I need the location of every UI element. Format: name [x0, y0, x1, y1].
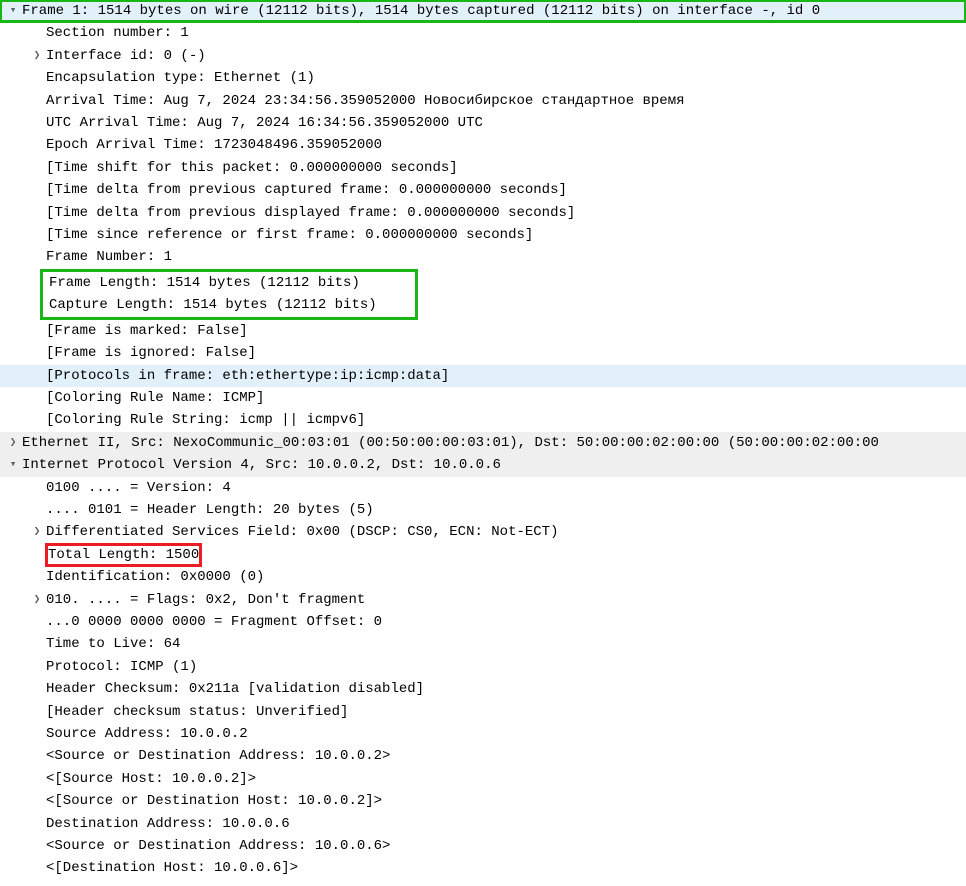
field-arrival-time: Arrival Time: Aug 7, 2024 23:34:56.35905… [46, 93, 685, 109]
tree-item[interactable]: Time to Live: 64 [0, 633, 966, 655]
ethernet-summary: Ethernet II, Src: NexoCommunic_00:03:01 … [22, 435, 879, 451]
field-utc-arrival-time: UTC Arrival Time: Aug 7, 2024 16:34:56.3… [46, 115, 483, 131]
field-frame-length: Frame Length: 1514 bytes (12112 bits) [49, 275, 360, 291]
tree-item[interactable]: .... 0101 = Header Length: 20 bytes (5) [0, 499, 966, 521]
chevron-down-icon[interactable]: ▾ [6, 2, 20, 20]
field-frame-number: Frame Number: 1 [46, 249, 172, 265]
tree-scroll[interactable]: ▾ Frame 1: 1514 bytes on wire (12112 bit… [0, 0, 966, 886]
field-time-shift: [Time shift for this packet: 0.000000000… [46, 160, 458, 176]
field-ip-src-or-dst-addr: <Source or Destination Address: 10.0.0.2… [46, 748, 390, 764]
chevron-right-icon[interactable]: ❯ [6, 434, 20, 452]
tree-item[interactable]: 0100 .... = Version: 4 [0, 477, 966, 499]
field-ip-dst-addr: Destination Address: 10.0.0.6 [46, 816, 290, 832]
tree-item[interactable]: Capture Length: 1514 bytes (12112 bits) [49, 294, 415, 316]
highlight-box-total-length: Total Length: 1500 [46, 544, 201, 566]
tree-item[interactable]: Encapsulation type: Ethernet (1) [0, 67, 966, 89]
tree-item[interactable]: ...0 0000 0000 0000 = Fragment Offset: 0 [0, 611, 966, 633]
tree-item[interactable]: Source Address: 10.0.0.2 [0, 723, 966, 745]
tree-item-ethernet[interactable]: ❯ Ethernet II, Src: NexoCommunic_00:03:0… [0, 432, 966, 454]
tree-item-flags[interactable]: ❯ 010. .... = Flags: 0x2, Don't fragment [0, 589, 966, 611]
field-ip-checksum-status: [Header checksum status: Unverified] [46, 704, 348, 720]
tree-item-selected[interactable]: [Protocols in frame: eth:ethertype:ip:ic… [0, 365, 966, 387]
field-ip-checksum: Header Checksum: 0x211a [validation disa… [46, 681, 424, 697]
field-ip-fragment-offset: ...0 0000 0000 0000 = Fragment Offset: 0 [46, 614, 382, 630]
field-time-delta-captured: [Time delta from previous captured frame… [46, 182, 567, 198]
ip-summary: Internet Protocol Version 4, Src: 10.0.0… [22, 457, 501, 473]
highlight-box-frame-length: Frame Length: 1514 bytes (12112 bits) Ca… [40, 269, 418, 320]
field-ip-protocol: Protocol: ICMP (1) [46, 659, 197, 675]
chevron-right-icon[interactable]: ❯ [30, 47, 44, 65]
tree-item[interactable]: <Source or Destination Address: 10.0.0.2… [0, 745, 966, 767]
tree-item-ipv4[interactable]: ▾ Internet Protocol Version 4, Src: 10.0… [0, 454, 966, 476]
tree-item[interactable]: Identification: 0x0000 (0) [0, 566, 966, 588]
tree-item[interactable]: Arrival Time: Aug 7, 2024 23:34:56.35905… [0, 90, 966, 112]
field-time-since-ref: [Time since reference or first frame: 0.… [46, 227, 533, 243]
field-ip-header-length: .... 0101 = Header Length: 20 bytes (5) [46, 502, 374, 518]
tree-item[interactable]: [Frame is marked: False] [0, 320, 966, 342]
frame-summary: Frame 1: 1514 bytes on wire (12112 bits)… [22, 3, 820, 19]
tree-item[interactable]: Section number: 1 [0, 22, 966, 44]
field-epoch-arrival-time: Epoch Arrival Time: 1723048496.359052000 [46, 137, 382, 153]
tree-item[interactable]: Frame Length: 1514 bytes (12112 bits) [49, 272, 415, 294]
chevron-right-icon[interactable]: ❯ [30, 523, 44, 541]
tree-item[interactable]: <Source or Destination Address: 10.0.0.6… [0, 835, 966, 857]
tree-item[interactable]: <[Source Host: 10.0.0.2]> [0, 768, 966, 790]
field-ip-src-host: <[Source Host: 10.0.0.2]> [46, 771, 256, 787]
field-frame-ignored: [Frame is ignored: False] [46, 345, 256, 361]
tree-item[interactable]: [Time since reference or first frame: 0.… [0, 224, 966, 246]
tree-item[interactable]: Protocol: ICMP (1) [0, 656, 966, 678]
field-protocols: [Protocols in frame: eth:ethertype:ip:ic… [46, 368, 449, 384]
tree-item[interactable]: Header Checksum: 0x211a [validation disa… [0, 678, 966, 700]
field-ip-src-addr: Source Address: 10.0.0.2 [46, 726, 248, 742]
packet-details-pane: ▾ Frame 1: 1514 bytes on wire (12112 bit… [0, 0, 966, 886]
chevron-down-icon[interactable]: ▾ [6, 456, 20, 474]
field-ip-dst-host: <[Destination Host: 10.0.0.6]> [46, 860, 298, 876]
tree-item[interactable]: <[Source or Destination Host: 10.0.0.2]> [0, 790, 966, 812]
tree-item[interactable]: <[Destination Host: 10.0.0.6]> [0, 857, 966, 879]
field-ip-src-or-dst-host: <[Source or Destination Host: 10.0.0.2]> [46, 793, 382, 809]
field-ip-dsfield: Differentiated Services Field: 0x00 (DSC… [46, 524, 558, 540]
tree-item-interface-id[interactable]: ❯ Interface id: 0 (-) [0, 45, 966, 67]
tree-item[interactable]: [Header checksum status: Unverified] [0, 701, 966, 723]
field-interface-id: Interface id: 0 (-) [46, 48, 206, 64]
tree-item[interactable]: [Coloring Rule Name: ICMP] [0, 387, 966, 409]
tree-item[interactable]: [Frame is ignored: False] [0, 342, 966, 364]
field-section-number: Section number: 1 [46, 25, 189, 41]
tree-item[interactable]: Total Length: 1500 [0, 544, 966, 566]
tree-item[interactable]: [Time shift for this packet: 0.000000000… [0, 157, 966, 179]
tree-item[interactable]: UTC Arrival Time: Aug 7, 2024 16:34:56.3… [0, 112, 966, 134]
field-encapsulation: Encapsulation type: Ethernet (1) [46, 70, 315, 86]
field-ip-total-length: Total Length: 1500 [48, 547, 199, 563]
field-ip-identification: Identification: 0x0000 (0) [46, 569, 264, 585]
field-ip-version: 0100 .... = Version: 4 [46, 480, 231, 496]
tree-item-frame[interactable]: ▾ Frame 1: 1514 bytes on wire (12112 bit… [0, 0, 966, 22]
field-coloring-string: [Coloring Rule String: icmp || icmpv6] [46, 412, 365, 428]
tree-item[interactable]: Destination Address: 10.0.0.6 [0, 813, 966, 835]
field-ip-flags: 010. .... = Flags: 0x2, Don't fragment [46, 592, 365, 608]
tree-item-dsfield[interactable]: ❯ Differentiated Services Field: 0x00 (D… [0, 521, 966, 543]
tree-item[interactable]: Frame Number: 1 [0, 246, 966, 268]
field-ip-ttl: Time to Live: 64 [46, 636, 180, 652]
field-frame-marked: [Frame is marked: False] [46, 323, 248, 339]
field-coloring-name: [Coloring Rule Name: ICMP] [46, 390, 264, 406]
field-time-delta-displayed: [Time delta from previous displayed fram… [46, 205, 575, 221]
field-capture-length: Capture Length: 1514 bytes (12112 bits) [49, 297, 377, 313]
tree-item[interactable]: Epoch Arrival Time: 1723048496.359052000 [0, 134, 966, 156]
tree-item[interactable]: [Coloring Rule String: icmp || icmpv6] [0, 409, 966, 431]
chevron-right-icon[interactable]: ❯ [30, 591, 44, 609]
tree-item[interactable]: [Time delta from previous captured frame… [0, 179, 966, 201]
tree-item[interactable]: [Time delta from previous displayed fram… [0, 202, 966, 224]
field-ip-src-or-dst-addr: <Source or Destination Address: 10.0.0.6… [46, 838, 390, 854]
